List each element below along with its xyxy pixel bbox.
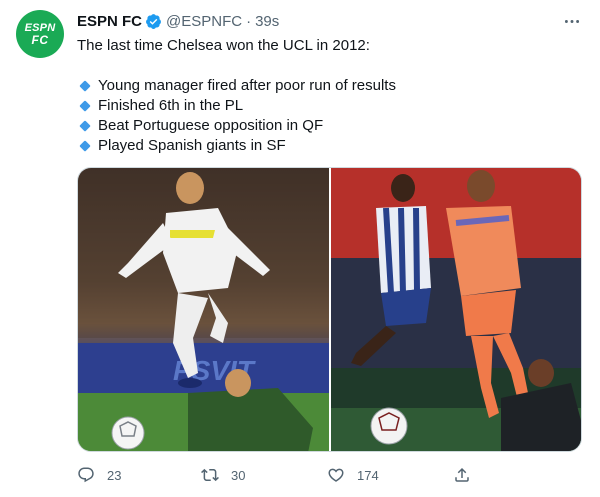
timestamp[interactable]: 39s: [255, 13, 279, 30]
tweet-text: The last time Chelsea won the UCL in 201…: [77, 36, 582, 156]
tweet-header: ESPN FC @ESPNFC · 39s: [77, 11, 279, 31]
photo-chelsea-2021[interactable]: [331, 168, 581, 451]
bullet-text: Played Spanish giants in SF: [98, 137, 286, 154]
share-icon: [455, 467, 469, 482]
reply-action[interactable]: 23: [77, 466, 201, 484]
bullet-item: Finished 6th in the PL: [77, 96, 582, 116]
avatar[interactable]: ESPN FC: [16, 10, 64, 58]
bullet-item: Young manager fired after poor run of re…: [77, 76, 582, 96]
photo-chelsea-2012[interactable]: PSVIT: [78, 168, 329, 451]
retweet-count: 30: [231, 467, 246, 483]
more-options-icon[interactable]: [562, 12, 582, 30]
share-action[interactable]: [453, 466, 471, 484]
reply-icon: [78, 467, 94, 483]
verified-badge-icon: [145, 13, 162, 30]
like-action[interactable]: 174: [327, 466, 453, 484]
bullet-text: Finished 6th in the PL: [98, 97, 244, 114]
retweet-action[interactable]: 30: [201, 466, 327, 484]
tweet-intro: The last time Chelsea won the UCL in 201…: [77, 37, 370, 54]
reply-count: 23: [107, 467, 122, 483]
bullet-item: Beat Portuguese opposition in QF: [77, 116, 582, 136]
diamond-bullet-icon: [79, 140, 91, 152]
bullet-text: Young manager fired after poor run of re…: [98, 77, 396, 94]
avatar-text-bottom: FC: [31, 33, 49, 47]
tweet-actions: 23 30 174: [77, 462, 582, 488]
diamond-bullet-icon: [79, 120, 91, 132]
tweet[interactable]: ESPN FC ESPN FC @ESPNFC · 39s The last t…: [0, 0, 600, 497]
retweet-icon: [201, 468, 219, 482]
bullet-text: Beat Portuguese opposition in QF: [98, 117, 324, 134]
separator: ·: [246, 12, 252, 30]
diamond-bullet-icon: [79, 100, 91, 112]
diamond-bullet-icon: [79, 80, 91, 92]
account-name[interactable]: ESPN FC: [77, 13, 142, 30]
account-handle[interactable]: @ESPNFC: [166, 13, 242, 30]
heart-icon: [328, 468, 344, 482]
tweet-media: PSVIT: [77, 167, 582, 452]
bullet-item: Played Spanish giants in SF: [77, 136, 582, 156]
like-count: 174: [357, 467, 379, 483]
